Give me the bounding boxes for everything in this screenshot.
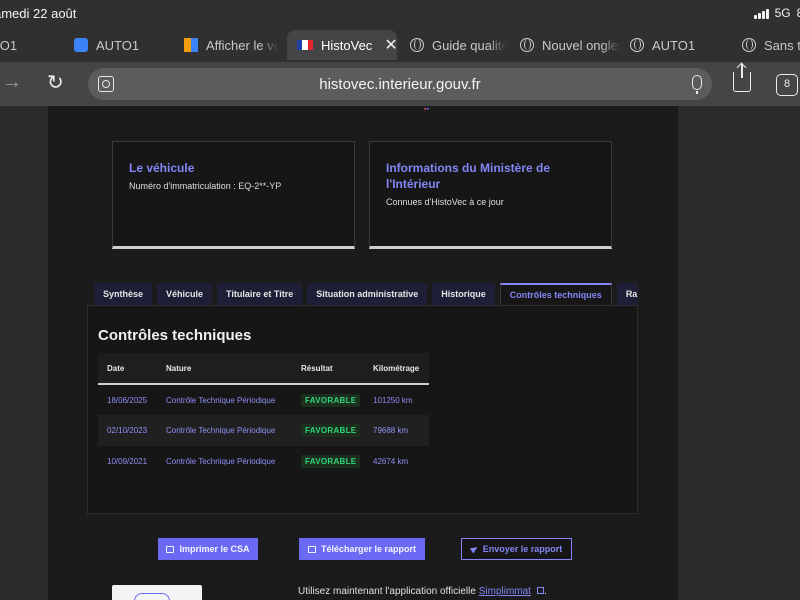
section-title: Contrôles techniques	[98, 327, 252, 344]
promo-end: .	[543, 586, 547, 597]
status-bar: amedi 22 août 5G 80	[0, 0, 800, 26]
tab-synthese[interactable]: Synthèse	[94, 283, 153, 305]
print-csa-label: Imprimer le CSA	[179, 544, 250, 554]
send-icon	[469, 544, 479, 554]
tab-titulaire[interactable]: Titulaire et Titre	[217, 283, 303, 305]
table-row: 02/10/2023 Contrôle Technique Périodique…	[98, 415, 429, 446]
vehicle-card-title: Le véhicule	[129, 161, 195, 175]
tab-vehicule[interactable]: Véhicule	[157, 283, 213, 305]
row-nature: Contrôle Technique Périodique	[166, 457, 276, 466]
tab-count-button[interactable]: 8	[776, 74, 798, 96]
status-badge: FAVORABLE	[301, 424, 361, 437]
status-badge: FAVORABLE	[301, 393, 361, 407]
column-header-date: Date	[98, 353, 157, 385]
row-date: 10/09/2021	[107, 457, 148, 466]
row-nature: Contrôle Technique Périodique	[166, 395, 276, 405]
status-date: amedi 22 août	[0, 6, 77, 21]
globe-icon	[410, 38, 424, 52]
column-header-result: Résultat	[292, 353, 364, 385]
table-row: 10/09/2021 Contrôle Technique Périodique…	[98, 446, 429, 477]
row-date: 02/10/2023	[98, 415, 157, 446]
tab-fade	[488, 30, 506, 60]
status-badge: FAVORABLE	[301, 455, 361, 468]
row-result: FAVORABLE	[292, 446, 364, 477]
ministry-card: Informations du Ministère de l'Intérieur…	[369, 141, 612, 249]
download-report-label: Télécharger le rapport	[320, 544, 417, 554]
browser-tab-active[interactable]: HistoVec ✕	[287, 30, 397, 60]
printer-icon	[166, 545, 175, 553]
promo-text: Utilisez maintenant l'application offici…	[298, 586, 479, 597]
site-logo-icon: ▪▪	[424, 106, 429, 113]
app-promo-text: Utilisez maintenant l'application offici…	[298, 586, 547, 597]
ministry-card-title: Informations du Ministère de l'Intérieur	[386, 160, 601, 192]
download-report-button[interactable]: Télécharger le rapport	[299, 538, 425, 560]
row-mileage: 42674 km	[373, 457, 409, 466]
column-header-nature: Nature	[157, 353, 292, 385]
forward-icon[interactable]: →	[2, 71, 22, 94]
browser-tab-strip: TO1 AUTO1 Afficher le vé HistoVec ✕ Guid…	[0, 26, 800, 62]
row-nature: Contrôle Technique Périodique	[157, 415, 292, 446]
tab-rapport[interactable]: Rapport	[616, 283, 638, 305]
detail-tabs: Synthèse Véhicule Titulaire et Titre Sit…	[94, 283, 638, 305]
tab-fade	[260, 30, 278, 60]
share-icon[interactable]	[733, 64, 751, 92]
browser-tab[interactable]: TO1	[0, 30, 56, 60]
printer-icon	[307, 545, 316, 553]
browser-tab[interactable]: Afficher le vé	[184, 30, 278, 60]
vehicle-card: Le véhicule Numéro d'immatriculation : E…	[112, 141, 355, 249]
ministry-title-line1: Informations du Ministère de	[386, 161, 551, 175]
ministry-card-text: Connues d'HistoVec à ce jour	[386, 197, 504, 207]
print-csa-button[interactable]: Imprimer le CSA	[158, 538, 258, 560]
column-header-mileage: Kilométrage	[364, 353, 429, 385]
row-mileage: 101250 km	[373, 395, 413, 405]
tab-fade	[602, 30, 620, 60]
status-indicators: 5G 80	[753, 6, 800, 20]
browser-toolbar: → ↻ histovec.interieur.gouv.fr 8	[0, 62, 800, 106]
browser-tab[interactable]: AUTO1	[630, 30, 726, 60]
globe-icon	[520, 38, 534, 52]
ministry-title-line2: l'Intérieur	[386, 177, 441, 191]
browser-tab[interactable]: AUTO1	[74, 30, 174, 60]
send-report-label: Envoyer le rapport	[482, 544, 563, 554]
table-header-row: Date Nature Résultat Kilométrage	[98, 353, 429, 385]
tab-historique[interactable]: Historique	[432, 283, 495, 305]
network-label: 5G	[774, 6, 791, 20]
web-page: ▪▪ Le véhicule Numéro d'immatriculation …	[0, 106, 800, 600]
registration-number: Numéro d'immatriculation : EQ-2**-YP	[129, 181, 282, 191]
grid-logo-icon	[184, 38, 198, 52]
browser-tab[interactable]: Nouvel onglet	[520, 30, 620, 60]
table-row: 18/06/2025 Contrôle Technique Périodique…	[98, 384, 429, 415]
battery-label: 80	[796, 6, 800, 20]
row-mileage: 79688 km	[364, 415, 429, 446]
address-bar[interactable]: histovec.interieur.gouv.fr	[88, 68, 712, 100]
row-result: FAVORABLE	[292, 384, 364, 415]
browser-tab[interactable]: Guide qualité	[410, 30, 506, 60]
globe-icon	[742, 38, 756, 52]
tab-label: Sans ti	[764, 37, 800, 53]
browser-tab[interactable]: Sans ti	[742, 30, 800, 60]
app-preview-image	[112, 585, 202, 600]
auto1-logo-icon	[74, 38, 88, 52]
row-result: FAVORABLE	[292, 415, 364, 446]
tab-label: TO1	[0, 37, 18, 53]
send-report-button[interactable]: Envoyer le rapport	[461, 538, 572, 560]
row-date: 18/06/2025	[107, 395, 148, 405]
tab-situation-administrative[interactable]: Situation administrative	[307, 283, 428, 305]
external-link-icon	[536, 587, 544, 594]
microphone-icon[interactable]	[692, 75, 702, 94]
tab-label: AUTO1	[96, 37, 140, 53]
close-icon[interactable]: ✕	[384, 35, 397, 55]
simplimmat-link[interactable]: Simplimmat	[479, 586, 531, 597]
inspections-table: Date Nature Résultat Kilométrage 18/06/2…	[98, 353, 429, 477]
french-flag-icon	[297, 40, 313, 50]
tab-controles-techniques[interactable]: Contrôles techniques	[499, 283, 612, 305]
globe-icon	[630, 38, 644, 52]
reload-icon[interactable]: ↻	[47, 70, 64, 95]
url-text[interactable]: histovec.interieur.gouv.fr	[88, 76, 712, 93]
tab-label: HistoVec	[321, 37, 373, 53]
tab-label: AUTO1	[652, 37, 696, 53]
signal-icon	[753, 8, 769, 19]
technical-inspections-panel: Contrôles techniques Date Nature Résulta…	[87, 305, 638, 514]
